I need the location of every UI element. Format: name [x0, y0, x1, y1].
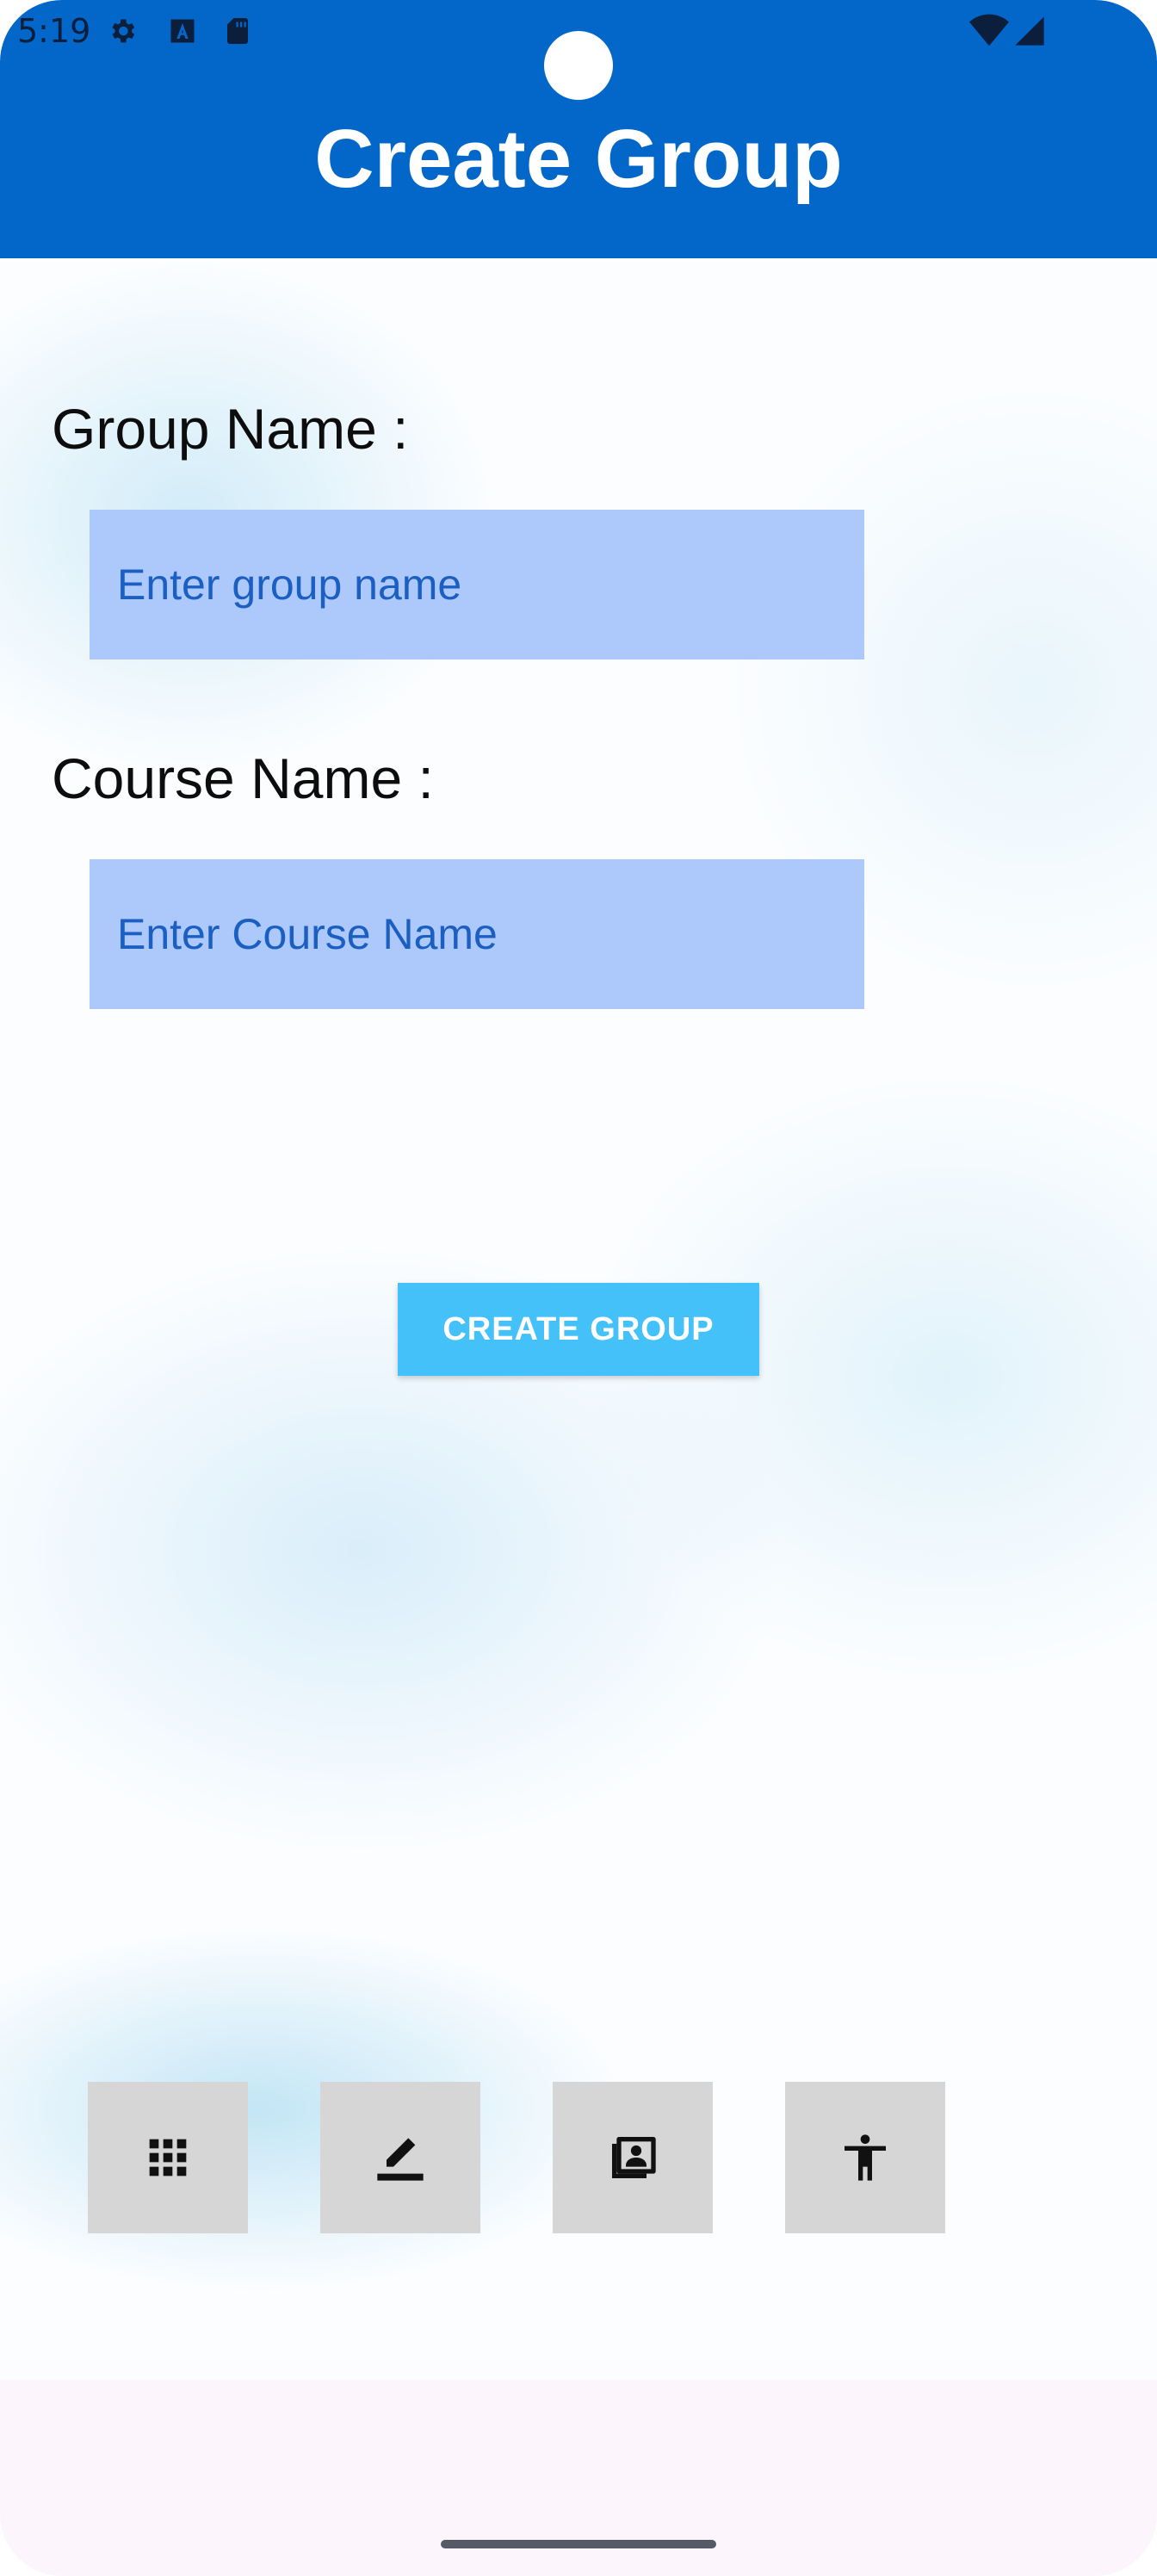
signal-icon: [1015, 16, 1044, 46]
contact-card-icon: [612, 2137, 656, 2178]
bottom-toolbar: [0, 2082, 1157, 2233]
course-name-label: Course Name :: [52, 746, 434, 810]
course-name-input[interactable]: [90, 859, 864, 1009]
edit-icon: [377, 2138, 424, 2181]
page-title: Create Group: [314, 113, 843, 205]
accessibility-icon: [845, 2134, 886, 2181]
gear-icon: [112, 19, 135, 43]
group-name-label: Group Name :: [52, 397, 409, 461]
contact-card-button[interactable]: [553, 2082, 713, 2233]
sd-card-icon: [227, 18, 248, 44]
home-indicator[interactable]: [441, 2540, 716, 2548]
screen: 5:19 Create Group Group Name : Cou: [0, 0, 1157, 2576]
app-bar: 5:19 Create Group: [0, 0, 1157, 258]
grid-button[interactable]: [88, 2082, 248, 2233]
group-name-input[interactable]: [90, 510, 864, 659]
content-area: Group Name : Course Name : CREATE GROUP: [0, 258, 1157, 2380]
accessibility-button[interactable]: [785, 2082, 945, 2233]
camera-cutout: [544, 31, 613, 100]
grid-icon: [149, 2139, 187, 2177]
edit-button[interactable]: [320, 2082, 480, 2233]
status-time: 5:19: [17, 12, 91, 50]
font-a-icon: [170, 19, 195, 43]
wifi-icon: [969, 14, 1009, 46]
create-group-button[interactable]: CREATE GROUP: [398, 1283, 759, 1376]
